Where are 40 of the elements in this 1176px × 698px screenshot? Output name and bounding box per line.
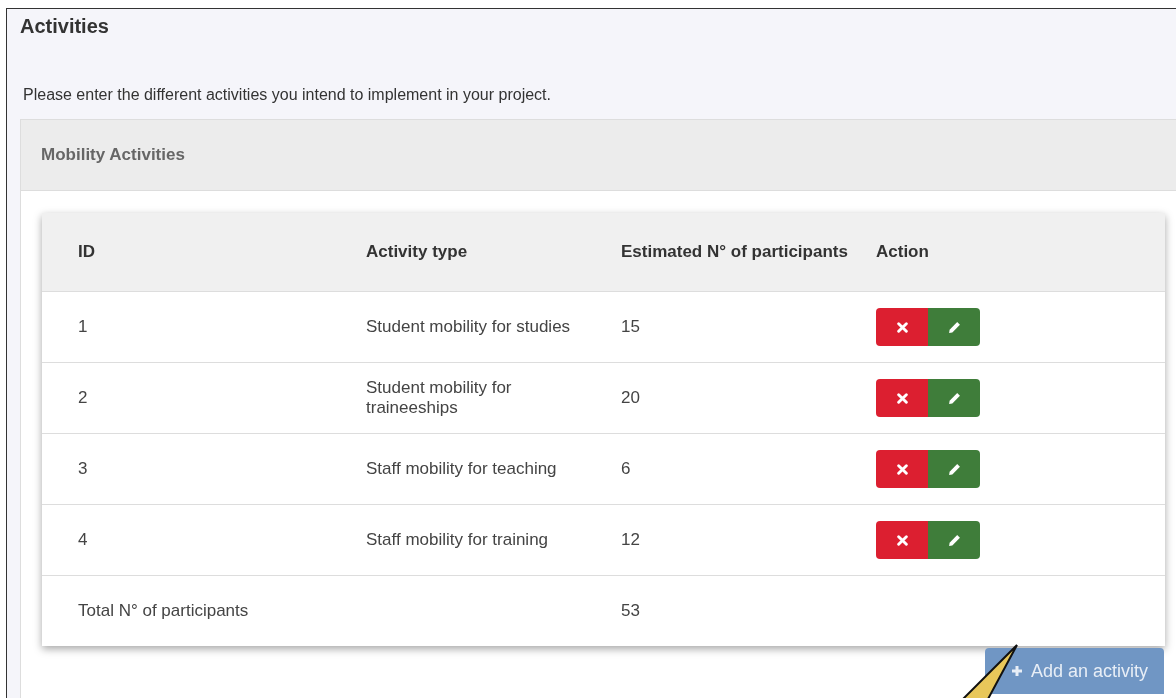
page-title: Activities — [20, 14, 109, 38]
table-cell-text: 20 — [621, 388, 641, 408]
pencil-icon — [947, 462, 961, 476]
pencil-icon — [947, 533, 961, 547]
edit-button[interactable] — [928, 450, 980, 488]
delete-button[interactable] — [876, 379, 928, 417]
table-cell-text: 6 — [621, 459, 632, 479]
delete-button[interactable] — [876, 521, 928, 559]
table-cell-text: 53 — [621, 601, 641, 621]
pencil-icon — [947, 320, 961, 334]
add-activity-button[interactable]: Add an activity — [984, 648, 1164, 694]
column-header: Estimated N° of participants — [621, 242, 849, 262]
table-cell-text: 12 — [621, 530, 641, 550]
edit-button[interactable] — [928, 521, 980, 559]
close-icon — [896, 392, 908, 404]
pencil-icon — [947, 391, 961, 405]
column-header: Activity type — [366, 242, 469, 262]
table-cell-text: 4 — [77, 530, 89, 550]
table-cell-text: Staff mobility for training — [366, 530, 550, 550]
edit-button[interactable] — [928, 308, 980, 346]
column-header: ID — [77, 242, 96, 262]
table-cell-text: 1 — [77, 317, 89, 337]
close-icon — [896, 321, 908, 333]
plus-icon — [1010, 665, 1023, 677]
table-cell-text: Student mobility for traineeships — [366, 378, 513, 418]
column-header: Action — [876, 242, 930, 262]
table-cell-text: 2 — [77, 388, 89, 408]
callout-pointer — [962, 644, 1018, 698]
table-cell-text: Staff mobility for teaching — [366, 459, 558, 479]
table-cell-text: 15 — [621, 317, 641, 337]
intro-text: Please enter the different activities you intend to implement in your project. — [23, 86, 551, 104]
delete-button[interactable] — [876, 308, 928, 346]
close-icon — [896, 463, 908, 475]
edit-button[interactable] — [928, 379, 980, 417]
table-cell-text: Total N° of participants — [77, 601, 250, 621]
delete-button[interactable] — [876, 450, 928, 488]
close-icon — [896, 534, 908, 546]
table-cell-text: 3 — [77, 459, 89, 479]
table-cell-text: Student mobility for studies — [366, 317, 572, 337]
panel-title: Mobility Activities — [41, 145, 185, 165]
